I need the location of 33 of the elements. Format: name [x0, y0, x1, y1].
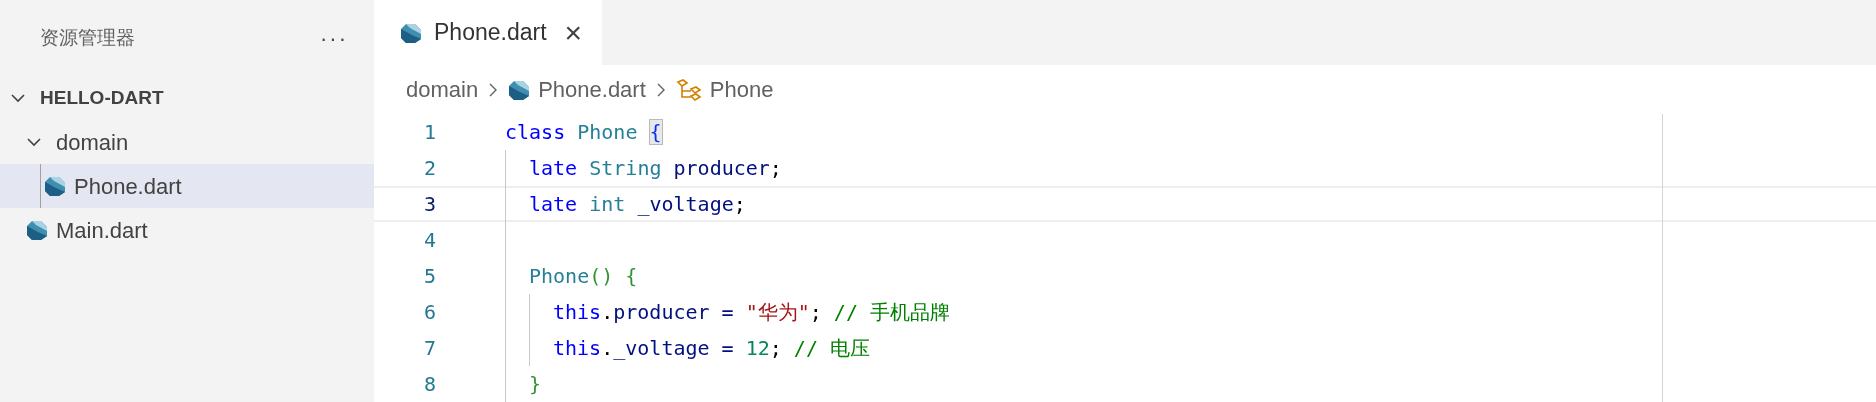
tree-item[interactable]: domain [0, 120, 374, 164]
close-button[interactable]: × [564, 17, 583, 48]
code-line: this.producer = "华为"; // 手机品牌 [553, 299, 950, 326]
dart-file-icon [44, 175, 66, 197]
tree-item[interactable]: HELLO-DART [0, 76, 374, 120]
breadcrumb-item[interactable]: Phone.dart [538, 73, 646, 107]
line-number: 1 [422, 119, 437, 146]
breadcrumb-item[interactable]: domain [406, 73, 479, 107]
code-line: late String producer; [529, 155, 782, 182]
line-number: 3 [422, 191, 437, 218]
line-number: 2 [422, 155, 437, 182]
line-number: 6 [422, 299, 437, 326]
dart-file-icon [508, 78, 531, 101]
chevron-icon [488, 81, 499, 98]
explorer-title: 资源管理器 [40, 25, 135, 50]
line-number: 4 [422, 227, 437, 254]
tree-item[interactable]: Phone.dart [0, 164, 374, 208]
code-line: } [529, 371, 542, 398]
code-line: Phone() { [529, 263, 638, 290]
class-symbol-icon [675, 78, 702, 101]
code-line: class Phone { [505, 119, 662, 146]
editor-tab[interactable]: Phone.dart × [374, 0, 603, 66]
breadcrumb-item[interactable]: Phone [709, 73, 774, 107]
line-number: 5 [422, 263, 437, 290]
line-number: 7 [422, 335, 437, 362]
line-number: 8 [422, 371, 437, 398]
code-line: late int _voltage; [529, 191, 746, 218]
dart-file-icon [400, 21, 422, 44]
tree-item[interactable]: Main.dart [0, 208, 374, 252]
chevron-icon [655, 81, 666, 98]
dart-file-icon [26, 219, 48, 241]
more-button[interactable]: ··· [320, 21, 348, 55]
code-line: this._voltage = 12; // 电压 [553, 335, 870, 362]
